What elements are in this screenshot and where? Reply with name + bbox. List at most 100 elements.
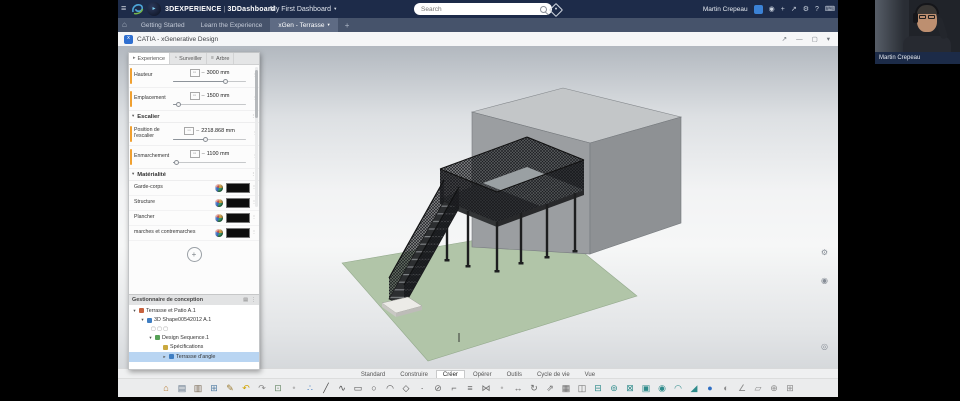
fillet-icon[interactable]: ◠ (671, 381, 685, 396)
thicken-icon[interactable]: ◉ (655, 381, 669, 396)
home-icon[interactable]: ⌂ (159, 381, 173, 396)
app-badge[interactable] (753, 4, 763, 14)
compass-icon[interactable]: ◉ (769, 6, 775, 13)
mirror-icon[interactable]: ⋈ (479, 381, 493, 396)
spline-icon[interactable]: ∿ (335, 381, 349, 396)
material-menu-icon[interactable]: ⋮ (250, 230, 258, 236)
share-user-icon[interactable]: ↗ (782, 35, 787, 43)
param-value[interactable]: 1500 mm (207, 93, 230, 99)
copy-icon[interactable]: ⊡ (271, 381, 285, 396)
material-color-swatch[interactable] (226, 198, 250, 208)
grid-icon[interactable]: ⊞ (783, 381, 797, 396)
point-icon[interactable]: ∙ (415, 381, 429, 396)
param-value[interactable]: 1100 mm (207, 151, 230, 157)
tree-inline-toolbar[interactable]: ▢ ▢ ▢ (129, 325, 259, 333)
param-value[interactable]: 3000 mm (207, 70, 230, 76)
undo-icon[interactable]: ↶ (239, 381, 253, 396)
catalog-icon[interactable]: ▥ (191, 381, 205, 396)
polygon-icon[interactable]: ◇ (399, 381, 413, 396)
loft-icon[interactable]: ▣ (639, 381, 653, 396)
list-icon[interactable]: ▤ (243, 297, 248, 303)
add-icon[interactable]: + (781, 6, 785, 13)
add-tab-button[interactable]: + (338, 21, 357, 30)
expand-icon[interactable]: ▾ (148, 335, 153, 341)
tree-item[interactable]: ▸ Terrasse d'angle (129, 352, 259, 362)
material-color-swatch[interactable] (226, 228, 250, 238)
extrude-icon[interactable]: ⊟ (591, 381, 605, 396)
material-color-swatch[interactable] (226, 183, 250, 193)
settings-icon[interactable]: ⚙ (821, 249, 828, 257)
material-color-swatch[interactable] (226, 213, 250, 223)
user-name[interactable]: Martin Crepeau (703, 6, 748, 13)
panel-tab[interactable]: ▸ Experience (129, 53, 171, 64)
separator-dot[interactable]: • (495, 381, 509, 396)
split-icon[interactable]: ◫ (575, 381, 589, 396)
separator-dot[interactable]: • (287, 381, 301, 396)
slider-handle[interactable] (175, 101, 181, 107)
tree-item[interactable]: ▾ 3D Shape00542012 A.1 (129, 316, 259, 326)
view-cube-icon[interactable]: ◎ (821, 343, 828, 351)
offset-icon[interactable]: ≡ (463, 381, 477, 396)
slider-handle[interactable] (174, 159, 180, 165)
search-icon[interactable] (540, 5, 547, 13)
arc-icon[interactable]: ◠ (383, 381, 397, 396)
sphere-icon[interactable]: ● (703, 381, 717, 396)
tree-item[interactable]: Spécifications (129, 343, 259, 353)
share-icon[interactable]: ↗ (791, 6, 797, 13)
expand-icon[interactable]: ▾ (132, 308, 137, 314)
search-bar[interactable] (414, 3, 552, 15)
tab-getting-started[interactable]: Getting Started (133, 18, 193, 32)
slider-handle[interactable] (222, 78, 228, 84)
section-materialite[interactable]: ▾ Matérialité ⋮ (129, 169, 259, 181)
menu-icon[interactable]: ≡ (121, 4, 126, 13)
material-sphere-icon[interactable] (215, 199, 223, 207)
revolve-icon[interactable]: ⊚ (607, 381, 621, 396)
pattern-icon[interactable]: ▦ (559, 381, 573, 396)
section-icon[interactable]: ◐ (719, 381, 733, 396)
sweep-icon[interactable]: ⊠ (623, 381, 637, 396)
material-sphere-icon[interactable] (215, 214, 223, 222)
param-slider[interactable] (173, 159, 246, 165)
tree-item[interactable]: ▾ Design Sequence.1 (129, 333, 259, 343)
chamfer-icon[interactable]: ◢ (687, 381, 701, 396)
expand-icon[interactable]: ▾ (140, 317, 145, 323)
scale-icon[interactable]: ⇗ (543, 381, 557, 396)
tree-item[interactable]: ▾ Terrasse et Patio A.1 (129, 306, 259, 316)
trim-icon[interactable]: ⊘ (431, 381, 445, 396)
panel-scrollbar[interactable] (255, 67, 258, 207)
settings-icon[interactable]: ⚙ (803, 6, 809, 13)
fullscreen-icon[interactable]: ▢ (812, 35, 818, 43)
kebab-icon[interactable]: ⋮ (251, 297, 256, 303)
point-grid-icon[interactable]: ∴ (303, 381, 317, 396)
assistant-icon[interactable]: ◉ (821, 277, 828, 285)
add-parameter-button[interactable]: + (186, 247, 202, 262)
circle-icon[interactable]: ○ (367, 381, 381, 396)
param-slider[interactable] (173, 101, 246, 107)
section-escalier[interactable]: ▾ Escalier ⋮ (129, 111, 259, 123)
redo-icon[interactable]: ↷ (255, 381, 269, 396)
expand-icon[interactable]: ▸ (162, 354, 167, 360)
window-icon[interactable]: ⊞ (207, 381, 221, 396)
home-icon[interactable]: ⌂ (122, 21, 127, 29)
minimize-icon[interactable]: — (796, 36, 803, 43)
tab-xgen-terrasse[interactable]: xGen - Terrasse ▾ (270, 18, 338, 32)
corner-icon[interactable]: ⌐ (447, 381, 461, 396)
measure-icon[interactable]: ∠ (735, 381, 749, 396)
param-slider[interactable] (173, 78, 246, 84)
dashboard-switcher[interactable]: My First Dashboard ▾ (270, 6, 336, 13)
plane-icon[interactable]: ▱ (751, 381, 765, 396)
data-panel-icon[interactable]: ▤ (175, 381, 189, 396)
keyboard-icon[interactable]: ⌨ (825, 6, 835, 13)
param-slider[interactable] (173, 136, 246, 142)
param-value[interactable]: 2218.868 mm (201, 128, 235, 134)
slider-handle[interactable] (202, 136, 208, 142)
panel-tab[interactable]: ◔ Surveiller (170, 53, 208, 64)
rotate-icon[interactable]: ↻ (527, 381, 541, 396)
search-input[interactable] (419, 4, 536, 14)
help-icon[interactable]: ? (815, 6, 819, 13)
compass-play-icon[interactable]: ▸ (147, 2, 161, 16)
webcam-video[interactable] (875, 0, 960, 52)
sketch-icon[interactable]: ✎ (223, 381, 237, 396)
tab-learn-the-experience[interactable]: Learn the Experience (193, 18, 271, 32)
translate-icon[interactable]: ↔ (511, 381, 525, 396)
